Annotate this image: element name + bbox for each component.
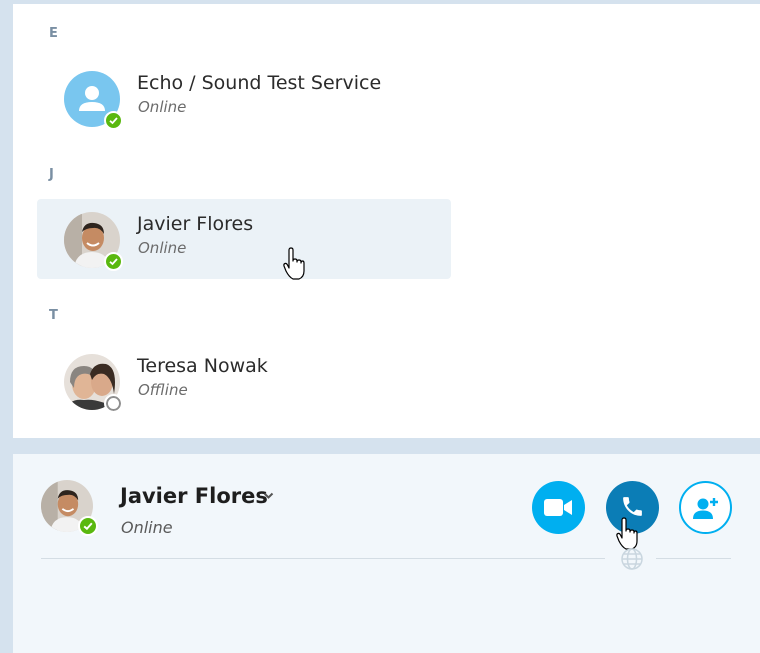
contact-name: Teresa Nowak [137, 355, 268, 377]
section-header-e: E [49, 26, 58, 41]
online-status-icon [104, 252, 123, 271]
chevron-down-icon[interactable] [263, 492, 274, 500]
add-person-icon [693, 498, 718, 519]
contact-status: Online [138, 98, 187, 116]
phone-icon [623, 497, 642, 516]
conversation-contact-name[interactable]: Javier Flores [120, 484, 268, 508]
header-divider [41, 558, 605, 559]
contact-row-javier[interactable]: Javier Flores Online [37, 199, 451, 280]
conversation-header: Javier Flores Online [13, 454, 760, 653]
offline-status-icon [104, 394, 123, 413]
video-camera-icon [544, 499, 572, 516]
contact-status: Offline [138, 381, 188, 399]
hand-cursor-icon [616, 517, 638, 550]
globe-icon [621, 548, 643, 570]
contact-row-echo[interactable]: Echo / Sound Test Service Online [37, 58, 451, 138]
add-people-button[interactable] [679, 481, 732, 534]
video-call-button[interactable] [532, 481, 585, 534]
section-header-j: J [49, 167, 54, 182]
contacts-list: E Echo / Sound Test Service Online J Jav… [13, 4, 760, 438]
online-status-icon [104, 111, 123, 130]
conversation-contact-status: Online [121, 518, 173, 537]
contact-row-teresa[interactable]: Teresa Nowak Offline [37, 341, 451, 421]
online-status-icon [78, 516, 98, 536]
contact-name: Javier Flores [137, 213, 254, 235]
hand-cursor-icon [283, 247, 305, 280]
section-header-t: T [49, 308, 58, 323]
contact-status: Online [138, 239, 187, 257]
header-divider [656, 558, 731, 559]
contact-name: Echo / Sound Test Service [137, 72, 382, 94]
